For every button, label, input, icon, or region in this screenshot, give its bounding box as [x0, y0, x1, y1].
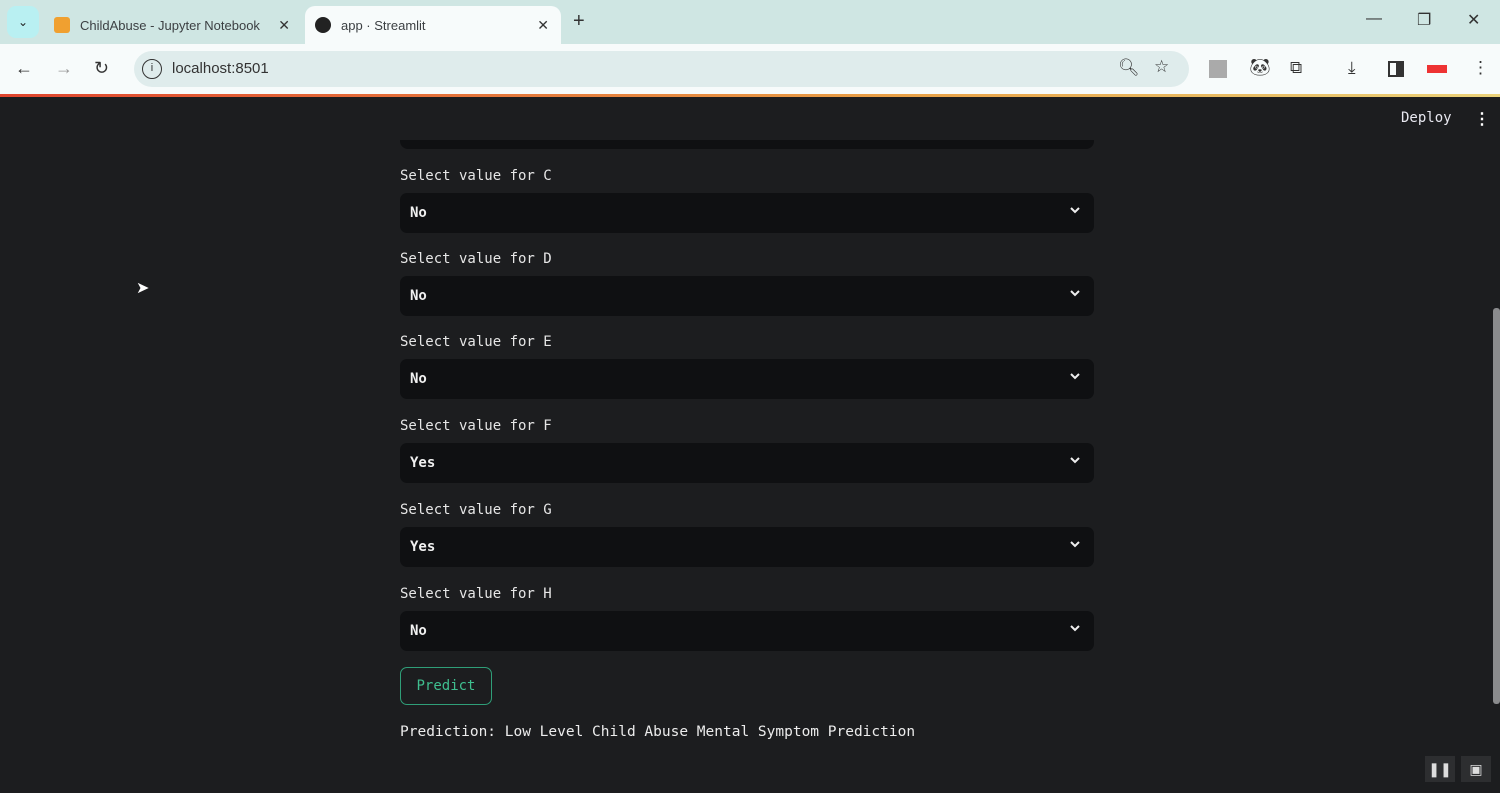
recorder-extension-icon[interactable]	[1427, 65, 1447, 73]
select-box[interactable]: Yes	[400, 443, 1094, 483]
select-box[interactable]: No	[400, 276, 1094, 316]
tab-search-button[interactable]: ⌄	[7, 6, 39, 38]
tab-title: app · Streamlit	[341, 17, 426, 33]
scrollbar[interactable]	[1493, 308, 1500, 704]
extensions-icon[interactable]: ⧉	[1290, 58, 1302, 78]
notebook-icon	[54, 17, 70, 33]
chevron-down-icon: ⌄	[17, 15, 29, 29]
pause-button[interactable]: ❚❚	[1425, 756, 1455, 782]
browser-menu-icon[interactable]: ⋮	[1472, 58, 1489, 78]
main-menu-icon[interactable]: ⋮	[1474, 109, 1490, 129]
select-value: Yes	[410, 455, 436, 471]
panda-extension-icon[interactable]: 🐼︎	[1249, 58, 1271, 78]
predict-button[interactable]: Predict	[400, 667, 492, 705]
deploy-button[interactable]: Deploy	[1401, 110, 1452, 126]
loading-accent-bar	[0, 94, 1500, 97]
side-panel-icon[interactable]	[1388, 61, 1404, 77]
chevron-down-icon	[1070, 373, 1080, 380]
tab-title: ChildAbuse - Jupyter Notebook	[80, 17, 260, 33]
tab-strip: ⌄ ChildAbuse - Jupyter Notebook ✕ app · …	[0, 0, 1500, 44]
chevron-down-icon	[1070, 290, 1080, 297]
close-window-button[interactable]: ✕	[1467, 10, 1480, 30]
select-label: Select value for H	[400, 586, 552, 602]
select-value: No	[410, 205, 427, 221]
select-label: Select value for E	[400, 334, 552, 350]
new-tab-button[interactable]: +	[573, 10, 585, 33]
prediction-result: Prediction: Low Level Child Abuse Mental…	[400, 724, 916, 740]
select-label: Select value for C	[400, 168, 552, 184]
select-value: No	[410, 288, 427, 304]
site-info-icon[interactable]: i	[142, 59, 162, 79]
chevron-down-icon	[1070, 625, 1080, 632]
select-box[interactable]: No	[400, 193, 1094, 233]
chevron-down-icon	[1070, 207, 1080, 214]
restore-button[interactable]: ❐	[1417, 10, 1431, 30]
profile-extension-icon[interactable]	[1209, 60, 1227, 78]
tab-streamlit[interactable]: app · Streamlit ✕	[305, 6, 561, 44]
download-icon[interactable]: ⤓	[1348, 58, 1356, 78]
previous-select-box[interactable]	[400, 140, 1094, 149]
reload-button[interactable]: ↻	[94, 58, 109, 79]
chevron-down-icon	[1070, 541, 1080, 548]
back-button[interactable]: ←	[15, 58, 33, 79]
select-value: No	[410, 623, 427, 639]
select-box[interactable]: No	[400, 359, 1094, 399]
close-tab-icon[interactable]: ✕	[537, 17, 549, 34]
streamlit-crown-icon	[315, 17, 331, 33]
select-label: Select value for D	[400, 251, 552, 267]
select-label: Select value for G	[400, 502, 552, 518]
mouse-cursor-icon: ➤	[136, 280, 150, 297]
minimize-button[interactable]: —	[1366, 10, 1382, 28]
bookmark-star-icon[interactable]: ☆	[1154, 57, 1169, 77]
select-box[interactable]: No	[400, 611, 1094, 651]
chevron-down-icon	[1070, 457, 1080, 464]
select-value: Yes	[410, 539, 436, 555]
close-tab-icon[interactable]: ✕	[278, 17, 290, 34]
zoom-icon[interactable]: 🔍︎	[1118, 58, 1140, 78]
select-label: Select value for F	[400, 418, 552, 434]
picture-in-picture-button[interactable]: ▣	[1461, 756, 1491, 782]
forward-button[interactable]: →	[55, 58, 73, 79]
browser-toolbar: ← → ↻ i localhost:8501 🔍︎ ☆ 🐼︎ ⧉ ⤓ ⋮	[0, 44, 1500, 94]
tab-jupyter[interactable]: ChildAbuse - Jupyter Notebook ✕	[44, 6, 302, 44]
address-bar[interactable]: i localhost:8501 🔍︎ ☆	[134, 51, 1189, 87]
url-text[interactable]: localhost:8501	[172, 60, 269, 77]
select-box[interactable]: Yes	[400, 527, 1094, 567]
select-value: No	[410, 371, 427, 387]
